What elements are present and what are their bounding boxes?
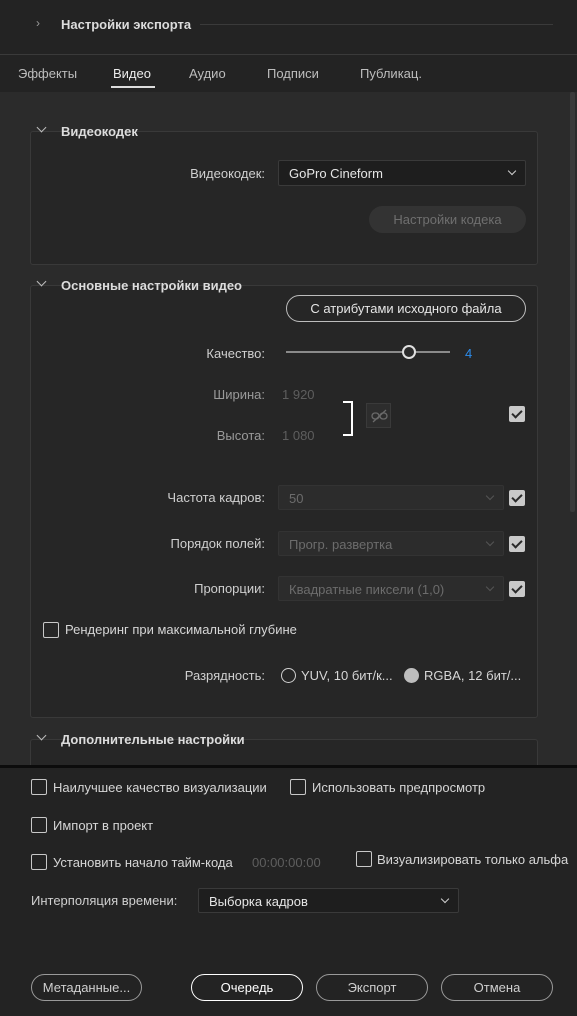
field-order-label: Порядок полей:	[170, 536, 266, 551]
use-previews-checkbox[interactable]	[290, 779, 306, 795]
start-timecode-checkbox[interactable]	[31, 854, 47, 870]
tab-publish[interactable]: Публикац.	[360, 66, 422, 81]
chevron-down-icon	[485, 582, 495, 592]
metadata-button[interactable]: Метаданные...	[31, 974, 142, 1001]
depth-yuv-radio[interactable]	[281, 668, 296, 683]
aspect-label: Пропорции:	[194, 581, 265, 596]
quality-slider[interactable]	[286, 345, 450, 359]
header-divider	[200, 24, 553, 25]
field-order-select[interactable]: Прогр. развертка	[278, 531, 504, 556]
framerate-select[interactable]: 50	[278, 485, 504, 510]
use-previews-label[interactable]: Использовать предпросмотр	[312, 780, 485, 795]
tab-video[interactable]: Видео	[113, 66, 151, 81]
cancel-button[interactable]: Отмена	[441, 974, 553, 1001]
field-order-match-checkbox[interactable]	[509, 536, 525, 552]
codec-section-title[interactable]: Видеокодек	[61, 124, 138, 139]
unlink-icon[interactable]	[366, 403, 391, 428]
max-render-quality-checkbox[interactable]	[31, 779, 47, 795]
scrollbar[interactable]	[570, 92, 575, 512]
quality-slider-track	[286, 351, 450, 353]
depth-yuv-label[interactable]: YUV, 10 бит/к...	[301, 668, 393, 683]
tab-captions[interactable]: Подписи	[267, 66, 319, 81]
height-value[interactable]: 1 080	[282, 428, 315, 443]
render-alpha-only-label[interactable]: Визуализировать только альфа	[377, 852, 577, 867]
aspect-value: Квадратные пиксели (1,0)	[289, 582, 445, 597]
field-order-value: Прогр. развертка	[289, 537, 393, 552]
chevron-down-icon	[485, 537, 495, 547]
codec-group	[30, 131, 538, 265]
codec-settings-button[interactable]: Настройки кодека	[369, 206, 526, 233]
time-interpolation-label: Интерполяция времени:	[31, 893, 178, 908]
aspect-link-bracket	[343, 401, 353, 436]
quality-label: Качество:	[206, 346, 265, 361]
video-settings-panel[interactable]: Видеокодек Видеокодек: GoPro Cineform На…	[0, 92, 577, 765]
codec-select[interactable]: GoPro Cineform	[278, 160, 526, 186]
quality-slider-thumb[interactable]	[402, 345, 416, 359]
width-value[interactable]: 1 920	[282, 387, 315, 402]
height-label: Высота:	[216, 428, 265, 443]
depth-label: Разрядность:	[184, 668, 265, 683]
chevron-down-icon	[485, 491, 495, 501]
start-timecode-label[interactable]: Установить начало тайм-кода	[53, 855, 233, 870]
expand-chevron-icon[interactable]: ›	[36, 16, 40, 30]
max-depth-checkbox[interactable]	[43, 622, 59, 638]
width-label: Ширина:	[213, 387, 265, 402]
chevron-down-icon	[507, 166, 517, 176]
timecode-value[interactable]: 00:00:00:00	[252, 855, 321, 870]
import-into-project-checkbox[interactable]	[31, 817, 47, 833]
aspect-select[interactable]: Квадратные пиксели (1,0)	[278, 576, 504, 601]
depth-rgba-radio[interactable]	[404, 668, 419, 683]
tab-video-underline	[111, 86, 155, 88]
tabs-top-divider	[0, 54, 577, 55]
quality-value[interactable]: 4	[465, 346, 472, 361]
framerate-value: 50	[289, 491, 304, 506]
export-settings-title[interactable]: Настройки экспорта	[61, 17, 191, 32]
tab-audio[interactable]: Аудио	[189, 66, 226, 81]
aspect-match-checkbox[interactable]	[509, 581, 525, 597]
match-source-button[interactable]: С атрибутами исходного файла	[286, 295, 526, 322]
framerate-label: Частота кадров:	[167, 490, 265, 505]
max-render-quality-label[interactable]: Наилучшее качество визуализации	[53, 780, 267, 795]
render-alpha-only-checkbox[interactable]	[356, 851, 372, 867]
time-interpolation-value: Выборка кадров	[209, 894, 308, 909]
resolution-match-checkbox[interactable]	[509, 406, 525, 422]
export-button[interactable]: Экспорт	[316, 974, 428, 1001]
chevron-down-icon	[440, 894, 450, 904]
queue-button[interactable]: Очередь	[191, 974, 303, 1001]
basic-section-title[interactable]: Основные настройки видео	[61, 278, 242, 293]
codec-label: Видеокодек:	[190, 166, 265, 181]
depth-rgba-label[interactable]: RGBA, 12 бит/...	[424, 668, 521, 683]
time-interpolation-select[interactable]: Выборка кадров	[198, 888, 459, 913]
advanced-section-title[interactable]: Дополнительные настройки	[61, 732, 245, 747]
max-depth-label[interactable]: Рендеринг при максимальной глубине	[65, 622, 297, 637]
codec-select-value: GoPro Cineform	[289, 166, 383, 181]
framerate-match-checkbox[interactable]	[509, 490, 525, 506]
tab-effects[interactable]: Эффекты	[18, 66, 77, 81]
import-into-project-label[interactable]: Импорт в проект	[53, 818, 153, 833]
